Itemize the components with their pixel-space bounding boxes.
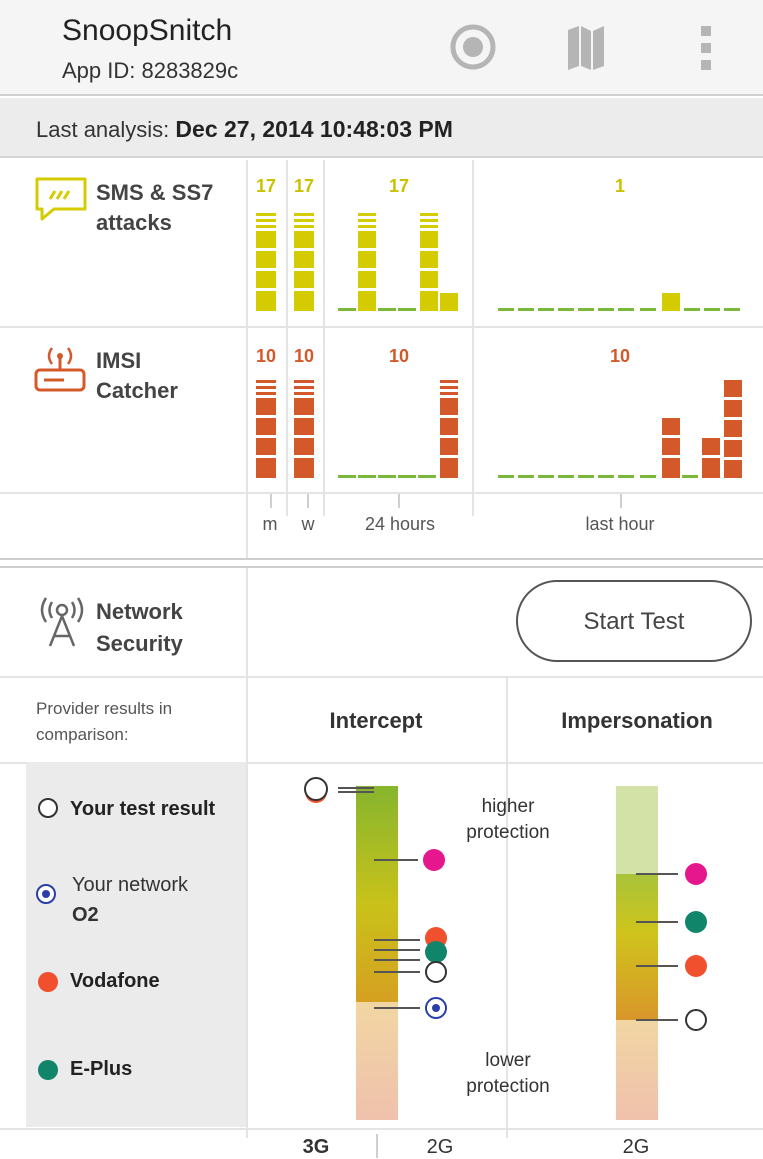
axis-label-month: m xyxy=(262,514,278,534)
sms-baseline-hour xyxy=(498,308,740,311)
axis-label-day: 24 hours xyxy=(364,514,436,534)
sms-bar-week xyxy=(294,213,314,311)
divider xyxy=(0,566,763,568)
axis-tick xyxy=(620,494,622,508)
impersonation-vodafone xyxy=(685,955,707,977)
network-title-line1: Network xyxy=(96,599,183,624)
lower-line1: lower xyxy=(485,1050,531,1071)
legend-your-network-label: Your network xyxy=(72,874,188,896)
divider xyxy=(246,568,248,678)
impersonation-magenta xyxy=(685,863,707,885)
label-2g-intercept: 2G xyxy=(426,1136,454,1158)
your-network-marker xyxy=(36,884,56,904)
provider-intro-line1: Provider results in xyxy=(36,699,173,718)
intercept-your-test xyxy=(425,961,447,983)
sms-icon xyxy=(35,177,87,221)
label-3g: 3G xyxy=(302,1136,330,1158)
provider-intro-line2: comparison: xyxy=(36,725,129,744)
impersonation-bar-top xyxy=(616,786,658,874)
lower-line2: protection xyxy=(466,1076,550,1097)
vodafone-marker xyxy=(38,972,58,992)
map-icon[interactable] xyxy=(566,24,606,72)
your-test-marker xyxy=(38,798,58,818)
imsi-count-day: 10 xyxy=(388,346,410,366)
divider xyxy=(0,326,763,328)
last-analysis-row: Last analysis: Dec 27, 2014 10:48:03 PM xyxy=(0,98,763,158)
legend-your-network-name: O2 xyxy=(72,904,99,926)
axis-tick xyxy=(270,494,272,508)
imsi-catcher-icon xyxy=(34,347,86,392)
last-analysis-label: Last analysis: xyxy=(36,117,170,142)
overflow-menu-icon[interactable] xyxy=(698,26,714,72)
divider xyxy=(0,1128,763,1130)
network-title-line2: Security xyxy=(96,631,183,656)
sms-count-week: 17 xyxy=(293,176,315,196)
divider xyxy=(246,160,248,560)
axis-tick xyxy=(307,494,309,508)
intercept-bar-upper xyxy=(356,786,398,1002)
sms-label-line2: attacks xyxy=(96,210,172,235)
record-icon[interactable] xyxy=(450,24,496,70)
imsi-bar-hour xyxy=(662,380,742,478)
legend-your-test: Your test result xyxy=(70,798,216,820)
sms-label-line1: SMS & SS7 xyxy=(96,180,214,205)
imsi-label-line2: Catcher xyxy=(96,378,178,403)
label-2g-impersonation: 2G xyxy=(622,1136,650,1158)
intercept-your-test-top xyxy=(304,777,328,801)
legend-vodafone: Vodafone xyxy=(70,970,160,992)
intercept-header: Intercept xyxy=(329,708,423,733)
antenna-icon xyxy=(40,597,84,647)
impersonation-bar-upper xyxy=(616,874,658,1020)
sms-bar-chart xyxy=(256,213,740,311)
axis-label-week: w xyxy=(301,514,315,534)
app-id: App ID: 8283829c xyxy=(62,58,239,83)
imsi-count-month: 10 xyxy=(255,346,277,366)
sms-count-month: 17 xyxy=(255,176,277,196)
impersonation-your-test xyxy=(685,1009,707,1031)
start-test-button[interactable]: Start Test xyxy=(516,580,752,662)
sms-bar-month xyxy=(256,213,276,311)
divider xyxy=(376,1134,378,1158)
imsi-bar-week xyxy=(294,380,314,478)
higher-line1: higher xyxy=(481,796,535,817)
intercept-bar-lower xyxy=(356,1002,398,1120)
sms-bar-day xyxy=(358,213,458,311)
intercept-magenta xyxy=(423,849,445,871)
divider xyxy=(0,676,763,678)
higher-line2: protection xyxy=(466,822,550,843)
sms-baseline-day xyxy=(338,308,416,311)
intercept-eplus xyxy=(425,941,447,963)
impersonation-bar-lower xyxy=(616,1020,658,1120)
sms-count-day: 17 xyxy=(388,176,410,196)
sms-bar-hour xyxy=(662,293,680,311)
impersonation-header: Impersonation xyxy=(561,708,713,733)
sms-count-hour: 1 xyxy=(614,176,625,196)
eplus-marker xyxy=(38,1060,58,1080)
impersonation-eplus xyxy=(685,911,707,933)
axis-label-hour: last hour xyxy=(585,514,655,534)
imsi-bar-month xyxy=(256,380,276,478)
imsi-bar-day xyxy=(440,380,458,478)
last-analysis-value: Dec 27, 2014 10:48:03 PM xyxy=(175,116,453,142)
app-title: SnoopSnitch xyxy=(62,14,233,47)
divider xyxy=(0,492,763,494)
imsi-count-week: 10 xyxy=(293,346,315,366)
legend-eplus: E-Plus xyxy=(70,1058,133,1080)
axis-tick xyxy=(398,494,400,508)
imsi-baseline-day xyxy=(338,475,436,478)
divider xyxy=(0,558,763,560)
imsi-bar-chart xyxy=(256,380,742,478)
imsi-count-hour: 10 xyxy=(609,346,631,366)
app-bar: SnoopSnitch App ID: 8283829c xyxy=(0,0,763,96)
imsi-label-line1: IMSI xyxy=(96,348,142,373)
